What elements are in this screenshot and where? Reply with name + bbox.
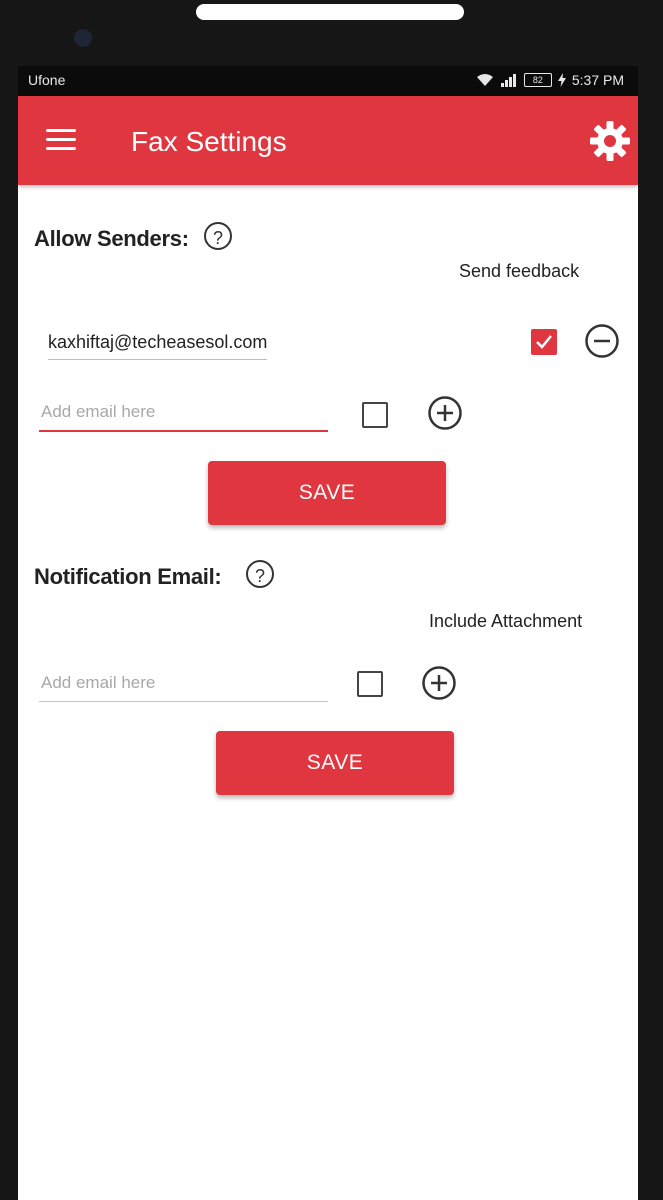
- status-bar: Ufone 82 5:37 PM: [18, 66, 638, 96]
- phone-frame: Ufone 82 5:37 PM Fax Settings Allow Send…: [0, 0, 663, 1200]
- notification-email-input[interactable]: [39, 673, 328, 702]
- remove-circle-icon[interactable]: [584, 323, 620, 359]
- notification-email-label: Notification Email:: [34, 564, 222, 589]
- add-circle-icon[interactable]: [427, 395, 463, 431]
- app-screen: Ufone 82 5:37 PM Fax Settings Allow Send…: [18, 66, 638, 1200]
- sender-email: kaxhiftaj@techeasesol.com: [48, 332, 268, 360]
- device-speaker: [196, 4, 464, 20]
- status-time: 5:37 PM: [571, 72, 624, 88]
- checkmark-icon: [536, 335, 552, 349]
- signal-icon: [500, 74, 516, 87]
- wifi-icon: [476, 74, 493, 86]
- carrier-name: Ufone: [28, 72, 66, 88]
- add-circle-icon[interactable]: [421, 665, 457, 701]
- new-sender-feedback-checkbox[interactable]: [362, 402, 388, 428]
- notification-email-save-button[interactable]: SAVE: [216, 731, 454, 795]
- page-title: Fax Settings: [131, 126, 287, 157]
- app-bar: Fax Settings: [18, 96, 638, 185]
- notification-email-help-icon[interactable]: ?: [246, 560, 274, 588]
- device-camera: [74, 29, 92, 47]
- gear-icon[interactable]: [588, 119, 632, 163]
- battery-icon: 82: [523, 73, 552, 87]
- allow-senders-save-button[interactable]: SAVE: [208, 461, 446, 525]
- send-feedback-checkbox[interactable]: [531, 329, 557, 355]
- status-icons: 82 5:37 PM: [476, 72, 624, 88]
- include-attachment-header: Include Attachment: [429, 611, 583, 631]
- allow-senders-help-icon[interactable]: ?: [204, 222, 232, 250]
- allow-senders-label: Allow Senders:: [34, 226, 189, 251]
- allow-sender-email-input[interactable]: [39, 402, 328, 432]
- charging-icon: [557, 73, 566, 87]
- hamburger-menu-icon[interactable]: [46, 129, 76, 151]
- include-attachment-checkbox[interactable]: [357, 671, 383, 697]
- send-feedback-header: Send feedback: [459, 261, 580, 281]
